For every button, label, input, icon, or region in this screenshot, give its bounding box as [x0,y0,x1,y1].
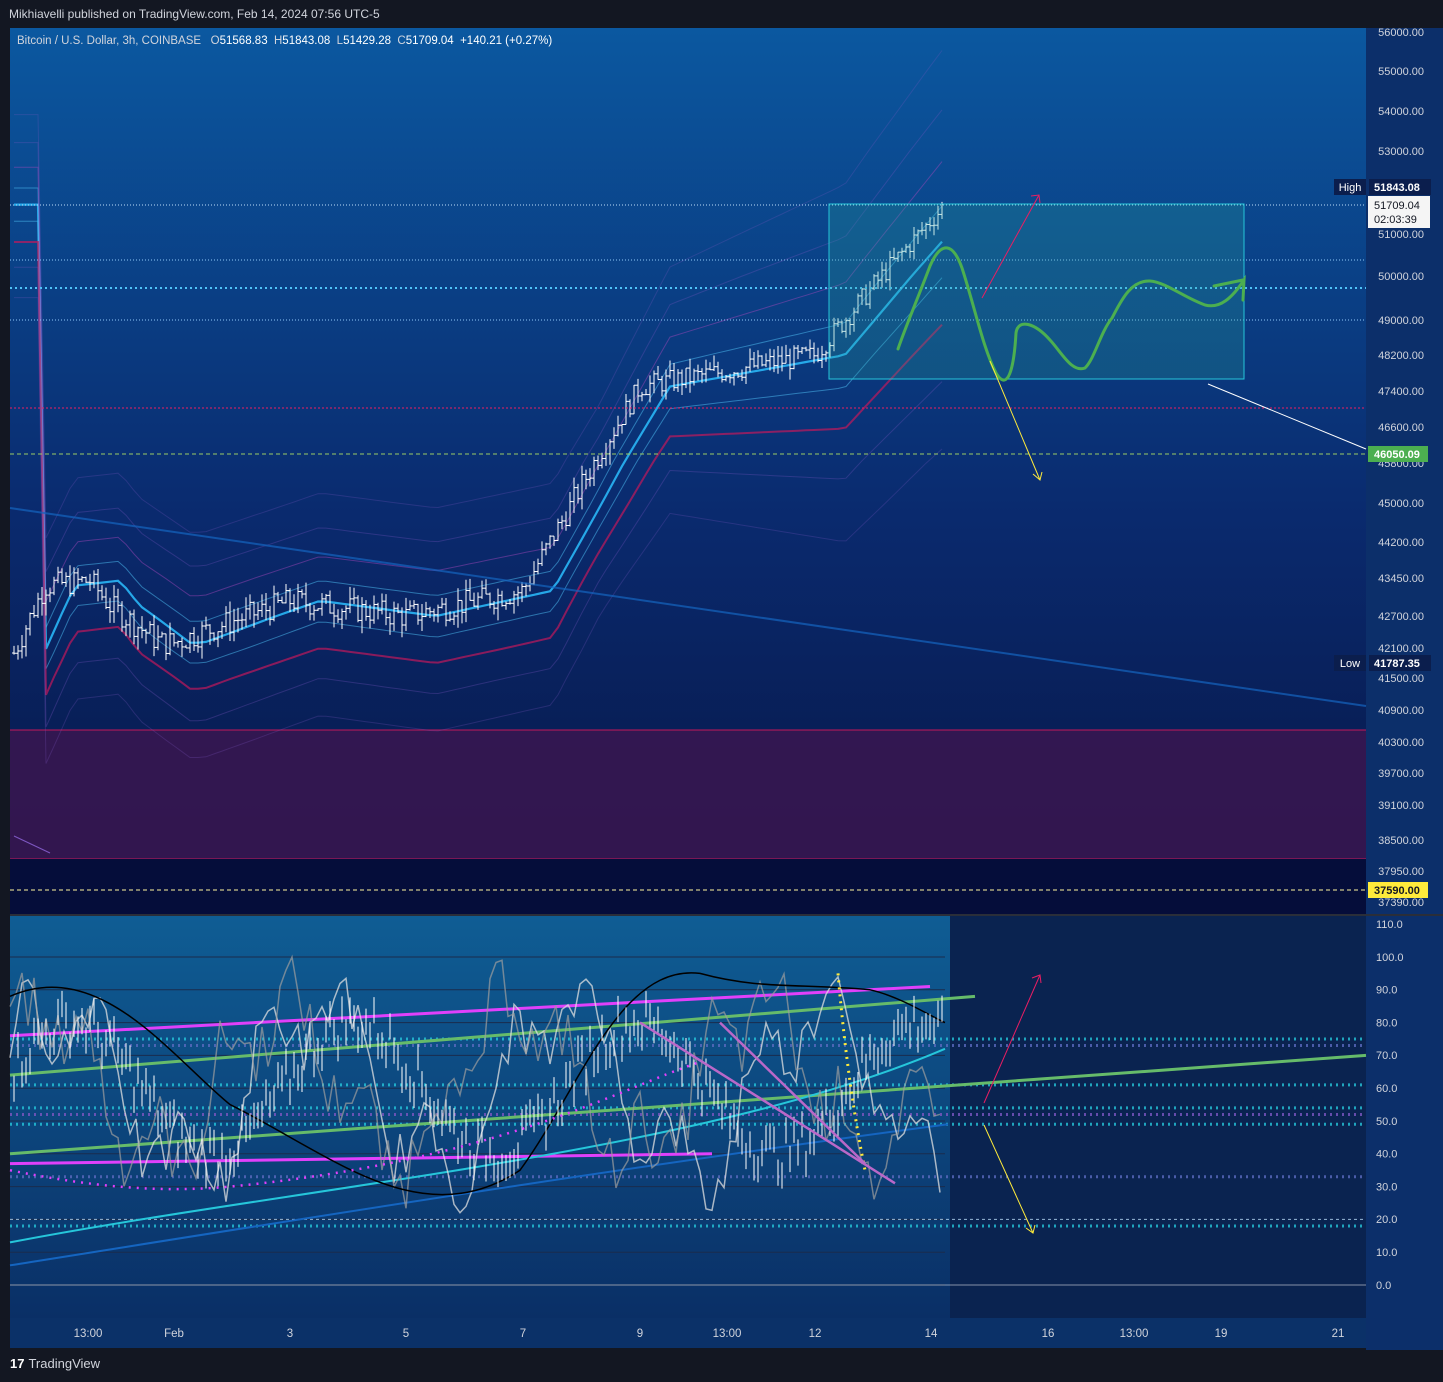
last-price-tag: 51709.04 02:03:39 [1368,196,1430,228]
price-tick-label: 55000.00 [1378,66,1424,78]
osc-tick-label: 50.0 [1376,1116,1397,1128]
time-tick-label: 12 [809,1328,822,1340]
open-value: 51568.83 [219,35,268,47]
symbol-legend[interactable]: Bitcoin / U.S. Dollar, 3h, COINBASE O515… [17,35,552,47]
time-tick-label: 5 [403,1328,409,1340]
price-tick-label: 38500.00 [1378,835,1424,847]
time-tick-label: Feb [164,1328,184,1340]
price-tick-label: 48200.00 [1378,350,1424,362]
price-tick-label: 49000.00 [1378,315,1424,327]
high-tag-value: 51843.08 [1374,182,1420,194]
tradingview-logo-icon: 17 [10,1356,25,1371]
low-tag-value: 41787.35 [1374,658,1420,670]
tradingview-logo[interactable]: 17 TradingView [10,1356,100,1371]
publish-header: Mikhiavelli published on TradingView.com… [0,0,1443,28]
close-value: 51709.04 [405,35,454,47]
price-tick-label: 47400.00 [1378,386,1424,398]
published-text: Mikhiavelli published on TradingView.com… [9,7,380,21]
price-tick-label: 42100.00 [1378,643,1424,655]
osc-tick-label: 60.0 [1376,1083,1397,1095]
price-tick-label: 42700.00 [1378,611,1424,623]
osc-tick-label: 30.0 [1376,1181,1397,1193]
osc-tick-label: 20.0 [1376,1214,1397,1226]
countdown: 02:03:39 [1374,214,1417,226]
osc-tick-label: 70.0 [1376,1050,1397,1062]
price-tick-label: 56000.00 [1378,28,1424,39]
time-tick-label: 13:00 [74,1328,103,1340]
low-tag: Low 41787.35 [1334,655,1431,671]
projection-box [828,203,1245,380]
high-tag: High 51843.08 [1334,179,1431,195]
bottom-dark-strip [10,859,1366,915]
time-tick-label: 13:00 [713,1328,742,1340]
green-level-tag: 46050.09 [1368,446,1428,462]
time-tick-label: 9 [637,1328,643,1340]
price-tick-label: 37950.00 [1378,866,1424,878]
osc-tick-label: 40.0 [1376,1149,1397,1161]
change-value: +140.21 (+0.27%) [460,35,553,47]
close-label: C [397,35,406,47]
price-tick-label: 54000.00 [1378,106,1424,118]
osc-tick-label: 0.0 [1376,1280,1391,1292]
open-label: O [210,35,220,47]
oscillator-future-area [950,916,1366,1318]
price-tick-label: 41500.00 [1378,673,1424,685]
time-tick-label: 21 [1332,1328,1345,1340]
osc-tick-label: 80.0 [1376,1017,1397,1029]
osc-tick-label: 100.0 [1376,952,1404,964]
osc-tick-label: 90.0 [1376,985,1397,997]
low-tag-label: Low [1340,658,1360,670]
oscillator-pane-background [10,916,950,1318]
osc-tick-label: 10.0 [1376,1247,1397,1259]
time-tick-label: 19 [1215,1328,1228,1340]
osc-tick-label: 110.0 [1376,919,1403,931]
price-tick-label: 40300.00 [1378,737,1424,749]
lower-zone [10,730,1366,859]
price-tick-label: 43450.00 [1378,573,1424,585]
chart-canvas[interactable]: 56000.00 55000.00 54000.00 53000.00 51000.00… [0,28,1443,1350]
price-tick-label: 46600.00 [1378,422,1424,434]
price-tick-label: 45000.00 [1378,498,1424,510]
price-tick-label: 40900.00 [1378,705,1424,717]
yellow-tag-value: 37590.00 [1374,885,1420,897]
footer-bar [0,1350,1443,1382]
price-tick-label: 39100.00 [1378,800,1424,812]
high-tag-label: High [1339,182,1362,194]
time-tick-label: 3 [287,1328,293,1340]
last-price: 51709.04 [1374,200,1420,212]
time-axis-background [10,1318,1366,1348]
price-tick-label: 50000.00 [1378,271,1424,283]
price-tick-label: 44200.00 [1378,537,1424,549]
symbol-title: Bitcoin / U.S. Dollar, 3h, COINBASE [17,35,202,47]
low-value: 51429.28 [343,35,392,47]
brand-text: TradingView [28,1356,101,1371]
time-tick-label: 14 [925,1328,938,1340]
price-tick-label: 53000.00 [1378,146,1424,158]
price-tick-label: 39700.00 [1378,768,1424,780]
high-value: 51843.08 [282,35,331,47]
price-tick-label: 37390.00 [1378,897,1424,909]
time-tick-label: 16 [1042,1328,1055,1340]
yellow-level-tag: 37590.00 [1368,882,1428,898]
time-tick-label: 13:00 [1120,1328,1149,1340]
price-tick-label: 51000.00 [1378,229,1424,241]
green-tag-value: 46050.09 [1374,449,1420,461]
time-tick-label: 7 [520,1328,526,1340]
